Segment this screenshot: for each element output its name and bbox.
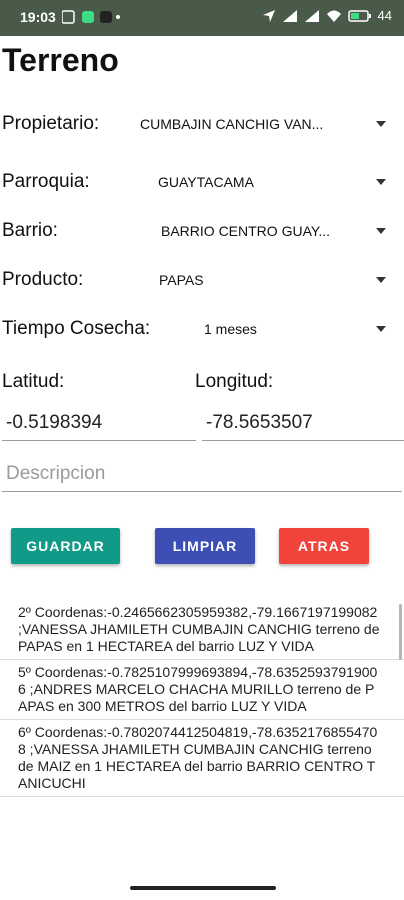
battery-percent: 44 [377,8,392,23]
producto-dropdown[interactable]: PAPAS [159,270,386,290]
tiempo-cosecha-label: Tiempo Cosecha: [2,318,151,339]
signal-icon-2 [304,9,319,22]
location-icon [262,9,275,22]
parroquia-value: GUAYTACAMA [158,174,254,190]
atras-button[interactable]: ATRAS [279,528,369,564]
gesture-nav-bar[interactable] [130,886,276,890]
guardar-button[interactable]: GUARDAR [11,528,120,564]
descripcion-input[interactable] [2,463,402,492]
parroquia-label: Parroquia: [2,171,90,192]
latitud-input[interactable] [2,412,196,441]
chevron-down-icon [376,277,386,283]
records-list[interactable]: 2º Coordenas:-0.2465662305959382,-79.166… [0,600,404,848]
list-item[interactable]: 6º Coordenas:-0.7802074412504819,-78.635… [0,720,404,797]
producto-label: Producto: [2,269,84,290]
producto-value: PAPAS [159,272,204,288]
barrio-value: BARRIO CENTRO GUAY... [161,223,331,239]
limpiar-button[interactable]: LIMPIAR [155,528,255,564]
list-item[interactable]: 2º Coordenas:-0.2465662305959382,-79.166… [0,600,404,660]
status-right: 44 [262,8,392,23]
chevron-down-icon [376,121,386,127]
chevron-down-icon [376,228,386,234]
longitud-input[interactable] [202,412,404,441]
signal-icon [282,9,297,22]
list-scrollbar[interactable] [399,604,402,660]
longitud-label: Longitud: [195,371,274,392]
propietario-value: CUMBAJIN CANCHIG VAN... [140,116,324,132]
parroquia-dropdown[interactable]: GUAYTACAMA [158,172,386,192]
latitud-label: Latitud: [2,371,65,392]
barrio-label: Barrio: [2,220,58,241]
list-item[interactable]: 5º Coordenas:-0.7825107999693894,-78.635… [0,660,404,720]
chevron-down-icon [376,179,386,185]
propietario-dropdown[interactable]: CUMBAJIN CANCHIG VAN... [140,114,386,134]
notification-icons [62,10,120,24]
status-time: 19:03 [20,9,56,25]
tiempo-cosecha-value: 1 meses [204,321,257,337]
barrio-dropdown[interactable]: BARRIO CENTRO GUAY... [161,221,386,241]
propietario-label: Propietario: [2,113,100,134]
wifi-icon [326,10,341,22]
status-bar: 19:03 44 [0,0,404,36]
page-title: Terreno [2,42,119,78]
chevron-down-icon [376,326,386,332]
tiempo-cosecha-dropdown[interactable]: 1 meses [204,319,386,339]
battery-icon [347,9,371,22]
